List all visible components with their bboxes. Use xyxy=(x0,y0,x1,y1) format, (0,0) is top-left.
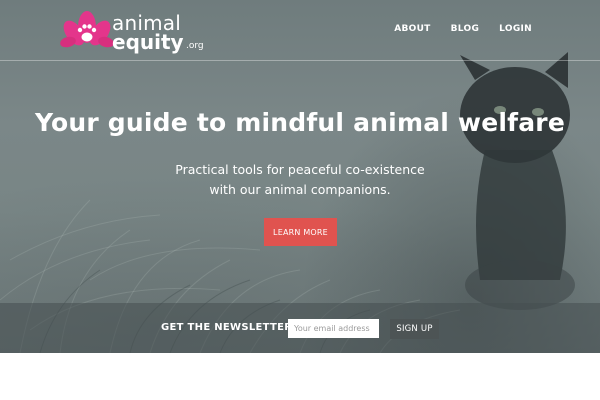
newsletter-label: GET THE NEWSLETTER: xyxy=(161,322,297,333)
nav-link-login[interactable]: LOGIN xyxy=(499,24,532,34)
hero-subheading: Practical tools for peaceful co-existenc… xyxy=(150,160,450,200)
nav-link-about[interactable]: ABOUT xyxy=(394,24,430,34)
hero-headline: Your guide to mindful animal welfare xyxy=(34,108,565,137)
hero-subheading-line1: Practical tools for peaceful co-existenc… xyxy=(175,162,425,177)
lotus-paw-icon xyxy=(60,11,114,48)
learn-more-button[interactable]: LEARN MORE xyxy=(264,218,337,246)
sign-up-button[interactable]: SIGN UP xyxy=(390,319,439,339)
logo-tld: .org xyxy=(186,41,204,51)
brand-logo[interactable]: animal equity .org xyxy=(60,9,204,54)
hero-section: animal equity .org ABOUT BLOG LOGIN Your… xyxy=(0,0,600,353)
main-nav: ABOUT BLOG LOGIN xyxy=(374,24,532,34)
hero-subheading-line2: with our animal companions. xyxy=(209,182,391,197)
header-divider xyxy=(0,60,600,61)
logo-wordmark-line2: equity xyxy=(112,30,184,54)
cat-image xyxy=(460,52,575,310)
newsletter-email-input[interactable] xyxy=(288,319,379,338)
nav-link-blog[interactable]: BLOG xyxy=(451,24,480,34)
newsletter-bar: GET THE NEWSLETTER: SIGN UP xyxy=(0,303,600,353)
